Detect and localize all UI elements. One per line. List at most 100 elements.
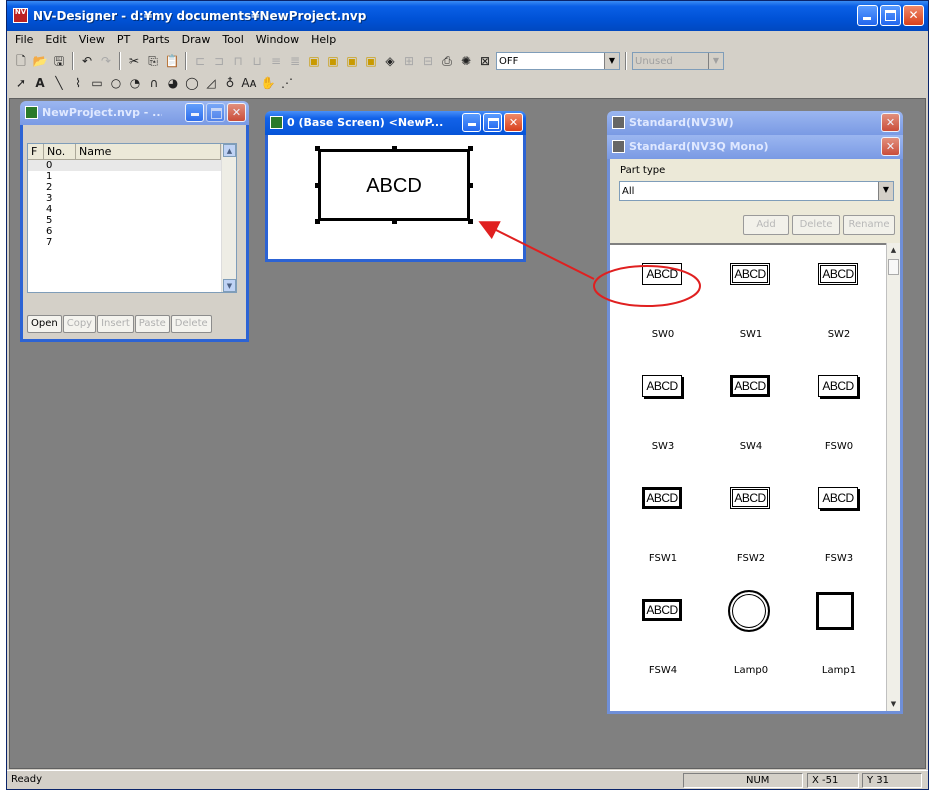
circle-tool-icon[interactable]: ◯ <box>184 75 200 91</box>
part-type-combo[interactable]: All ▼ <box>619 181 894 201</box>
save-icon[interactable]: 🖫 <box>51 53 67 69</box>
base-close-button[interactable]: ✕ <box>504 113 523 132</box>
menu-pt[interactable]: PT <box>111 32 136 49</box>
part-item-fsw2[interactable]: ABCD FSW2 <box>706 473 796 585</box>
fill-tool-icon[interactable]: ♁ <box>222 75 238 91</box>
list-item[interactable]: 2 <box>28 182 236 193</box>
align-middle-icon[interactable]: ≣ <box>287 53 303 69</box>
parts-library-icon[interactable]: ◈ <box>382 53 398 69</box>
screen-list[interactable]: F No. Name 0 1 2 3 4 5 6 7 ▲ ▼ <box>27 143 237 293</box>
simulate-icon[interactable]: ✺ <box>458 53 474 69</box>
cut-icon[interactable]: ✂ <box>126 53 142 69</box>
undo-icon[interactable]: ↶ <box>79 53 95 69</box>
font-size-icon[interactable]: Aᴀ <box>241 75 257 91</box>
column-name[interactable]: Name <box>76 144 221 159</box>
scroll-thumb[interactable] <box>888 259 899 275</box>
text-tool-icon[interactable]: A <box>32 75 48 91</box>
chevron-down-icon[interactable]: ▼ <box>708 53 723 69</box>
part-item-fsw0[interactable]: ABCD FSW0 <box>794 361 884 473</box>
menu-tool[interactable]: Tool <box>216 32 249 49</box>
paste-button[interactable]: Paste <box>134 315 170 333</box>
list-item[interactable]: 1 <box>28 171 236 182</box>
open-folder-icon[interactable]: 📂 <box>32 53 48 69</box>
switch-part-icon[interactable]: ABCD <box>818 263 858 285</box>
list-item[interactable]: 5 <box>28 215 236 226</box>
arc-tool-icon[interactable]: ◔ <box>127 75 143 91</box>
copy-button[interactable]: Copy <box>62 315 97 333</box>
maximize-button[interactable] <box>880 5 901 26</box>
part-item-fsw1[interactable]: ABCD FSW1 <box>618 473 708 585</box>
part-item-sw0[interactable]: ABCD SW0 <box>618 249 708 361</box>
rectangle-tool-icon[interactable]: ▭ <box>89 75 105 91</box>
menu-file[interactable]: File <box>9 32 39 49</box>
unused-combo[interactable]: Unused ▼ <box>632 52 724 70</box>
column-no[interactable]: No. <box>44 144 76 159</box>
polyline-tool-icon[interactable]: ⌇ <box>70 75 86 91</box>
switch-part-icon[interactable]: ABCD <box>730 375 770 397</box>
switch-part-icon[interactable]: ABCD <box>642 375 682 397</box>
scroll-up-icon[interactable]: ▲ <box>223 144 236 157</box>
close-button[interactable]: ✕ <box>903 5 924 26</box>
insert-button[interactable]: Insert <box>97 315 134 333</box>
list-item[interactable]: 0 <box>28 160 236 171</box>
ellipse-tool-icon[interactable]: ○ <box>108 75 124 91</box>
curve-tool-icon[interactable]: ∩ <box>146 75 162 91</box>
add-button[interactable]: Add <box>743 215 789 235</box>
align-bottom-icon[interactable]: ⊔ <box>249 53 265 69</box>
menu-edit[interactable]: Edit <box>39 32 72 49</box>
part-item-sw3[interactable]: ABCD SW3 <box>618 361 708 473</box>
resize-handle[interactable] <box>315 183 320 188</box>
bring-forward-icon[interactable]: ▣ <box>344 53 360 69</box>
column-f[interactable]: F <box>28 144 44 159</box>
print-icon[interactable]: ⎙ <box>439 53 455 69</box>
delete-button[interactable]: Delete <box>170 315 212 333</box>
part-item-sw2[interactable]: ABCD SW2 <box>794 249 884 361</box>
chevron-down-icon[interactable]: ▼ <box>604 53 619 69</box>
grid-icon[interactable]: ⊠ <box>477 53 493 69</box>
resize-handle[interactable] <box>392 146 397 151</box>
part-item-lamp0[interactable]: Lamp0 <box>706 585 796 697</box>
open-button[interactable]: Open <box>27 315 62 333</box>
list-item[interactable]: 7 <box>28 237 236 248</box>
paste-icon[interactable]: 📋 <box>164 53 180 69</box>
align-left-icon[interactable]: ⊏ <box>192 53 208 69</box>
palette-delete-button[interactable]: Delete <box>792 215 840 235</box>
resize-handle[interactable] <box>468 183 473 188</box>
copy-icon[interactable]: ⎘ <box>145 53 161 69</box>
line-tool-icon[interactable]: ╲ <box>51 75 67 91</box>
placed-switch-part[interactable]: ABCD <box>318 149 470 221</box>
switch-part-icon[interactable]: ABCD <box>818 487 858 509</box>
resize-handle[interactable] <box>315 146 320 151</box>
part-item-fsw3[interactable]: ABCD FSW3 <box>794 473 884 585</box>
switch-part-icon[interactable]: ABCD <box>730 263 770 285</box>
ungroup-icon[interactable]: ⊟ <box>420 53 436 69</box>
project-minimize-button[interactable] <box>185 103 204 122</box>
list-item[interactable]: 3 <box>28 193 236 204</box>
align-center-icon[interactable]: ≡ <box>268 53 284 69</box>
menu-help[interactable]: Help <box>305 32 342 49</box>
list-item[interactable]: 6 <box>28 226 236 237</box>
hatch-tool-icon[interactable]: ⋰ <box>279 75 295 91</box>
base-minimize-button[interactable] <box>462 113 481 132</box>
switch-part-icon[interactable]: ABCD <box>818 375 858 397</box>
parts-scrollbar[interactable]: ▲ ▼ <box>886 243 900 711</box>
list-item[interactable]: 4 <box>28 204 236 215</box>
send-back-icon[interactable]: ▣ <box>325 53 341 69</box>
screen-canvas[interactable]: ABCD <box>268 135 523 259</box>
resize-handle[interactable] <box>468 219 473 224</box>
scroll-down-icon[interactable]: ▼ <box>887 697 900 711</box>
pie-tool-icon[interactable]: ◕ <box>165 75 181 91</box>
align-right-icon[interactable]: ⊐ <box>211 53 227 69</box>
hand-tool-icon[interactable]: ✋ <box>260 75 276 91</box>
switch-part-icon[interactable]: ABCD <box>642 599 682 621</box>
group-icon[interactable]: ⊞ <box>401 53 417 69</box>
new-file-icon[interactable]: 🗋 <box>13 53 29 69</box>
redo-icon[interactable]: ↷ <box>98 53 114 69</box>
scroll-up-icon[interactable]: ▲ <box>887 243 900 257</box>
switch-part-icon[interactable]: ABCD <box>730 487 770 509</box>
resize-handle[interactable] <box>468 146 473 151</box>
menu-draw[interactable]: Draw <box>176 32 217 49</box>
palette-close-button[interactable]: ✕ <box>881 137 900 156</box>
resize-handle[interactable] <box>315 219 320 224</box>
scroll-down-icon[interactable]: ▼ <box>223 279 236 292</box>
